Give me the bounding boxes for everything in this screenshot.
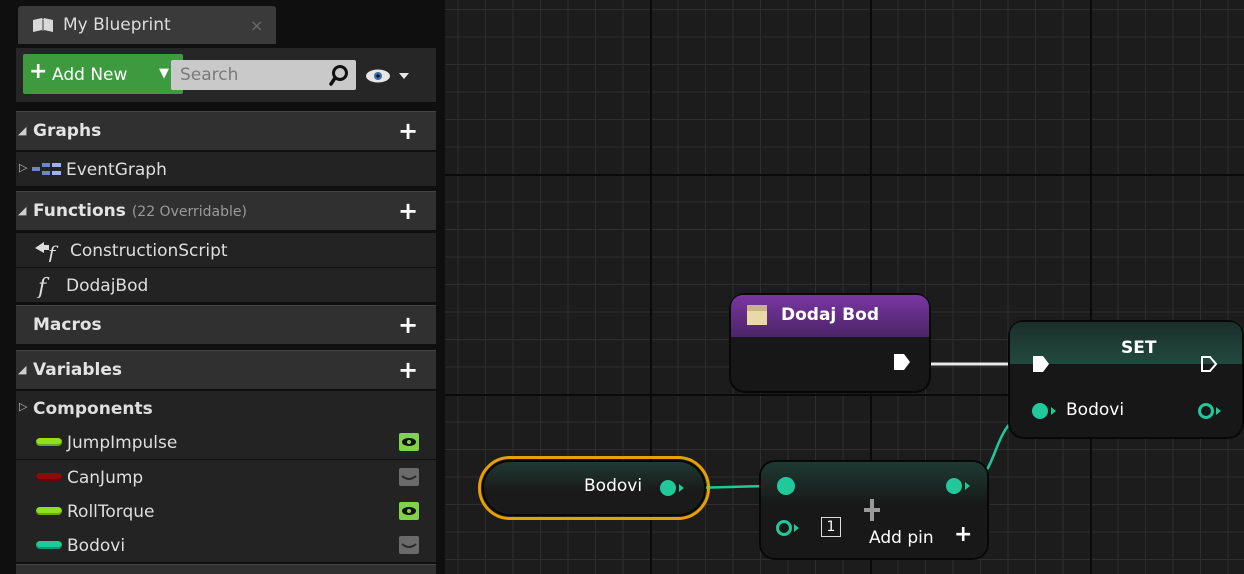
collapse-triangle-icon: ◢	[18, 363, 27, 376]
next-section-header	[16, 564, 436, 574]
visibility-eye-icon[interactable]	[399, 502, 419, 520]
variable-row[interactable]: RollTorque	[16, 494, 436, 528]
variable-type-icon	[36, 507, 62, 515]
list-item-dodajbod[interactable]: f DodajBod	[16, 268, 436, 302]
variable-name: Bodovi	[67, 536, 126, 556]
set-pin-label: Bodovi	[1066, 400, 1125, 420]
search-input[interactable]: Search	[171, 60, 356, 90]
my-blueprint-tab[interactable]: My Blueprint ×	[18, 6, 276, 44]
visibility-eye-closed-icon[interactable]	[399, 468, 419, 486]
exec-input-pin[interactable]	[1031, 354, 1051, 374]
add-pin-label[interactable]: Add pin	[869, 528, 934, 548]
dodaj-bod-node[interactable]: Dodaj Bod	[731, 295, 929, 391]
expand-triangle-icon: ▷	[19, 400, 28, 413]
list-item-eventgraph[interactable]: ▷ EventGraph	[16, 152, 436, 186]
components-category[interactable]: ▷ Components	[16, 391, 436, 425]
variable-name: JumpImpulse	[67, 433, 178, 453]
add-variable-button[interactable]: +	[397, 358, 419, 382]
variable-type-icon	[36, 473, 62, 481]
dodaj-bod-node-title: Dodaj Bod	[781, 305, 879, 325]
event-graph-icon	[32, 163, 61, 175]
list-item-constructionscript[interactable]: f ConstructionScript	[16, 233, 436, 267]
function-node-icon	[747, 305, 767, 325]
variable-name: CanJump	[67, 468, 144, 488]
add-icon	[864, 499, 880, 521]
chevron-down-icon: ▼	[159, 66, 169, 81]
graphs-title: Graphs	[33, 121, 102, 141]
toolbar: + Add New ▼ Search	[16, 48, 436, 102]
exec-output-pin[interactable]	[1199, 354, 1219, 374]
bodovi-output-pin[interactable]	[659, 478, 687, 498]
function-icon: f	[36, 275, 50, 298]
variable-row[interactable]: JumpImpulse	[16, 425, 436, 459]
visibility-eye-icon[interactable]	[399, 433, 419, 451]
exec-output-pin[interactable]	[892, 352, 912, 372]
bodovi-output-pin[interactable]	[1197, 401, 1225, 421]
set-node[interactable]: SET Bodovi	[1010, 322, 1242, 437]
index-box[interactable]: 1	[821, 517, 841, 537]
add-new-button[interactable]: + Add New ▼	[23, 54, 183, 94]
variable-name: RollTorque	[67, 502, 155, 522]
constructionscript-label: ConstructionScript	[70, 241, 228, 261]
search-placeholder: Search	[180, 65, 239, 85]
event-graph-canvas[interactable]: Dodaj Bod SET Bodovi Bodovi 1 Add pin +	[445, 0, 1244, 574]
variables-title: Variables	[33, 360, 123, 380]
graphs-section-header[interactable]: ◢ Graphs +	[16, 111, 436, 150]
my-blueprint-panel: My Blueprint × + Add New ▼ Search ◢ Grap…	[0, 0, 445, 574]
functions-section-header[interactable]: ◢ Functions (22 Overridable) +	[16, 191, 436, 230]
svg-text:f: f	[36, 275, 50, 298]
svg-text:f: f	[46, 241, 59, 262]
add-pin-plus-icon[interactable]: +	[954, 522, 972, 547]
functions-count: (22 Overridable)	[131, 204, 247, 220]
array-output-pin[interactable]	[945, 476, 973, 496]
get-bodovi-label: Bodovi	[584, 476, 643, 496]
variable-row[interactable]: CanJump	[16, 460, 436, 494]
eventgraph-label: EventGraph	[66, 160, 167, 180]
override-function-icon: f	[35, 241, 59, 262]
plus-icon: +	[29, 59, 48, 84]
element-input-pin[interactable]	[775, 518, 805, 538]
macros-title: Macros	[33, 315, 102, 335]
variables-section-header[interactable]: ◢ Variables +	[16, 350, 436, 389]
get-bodovi-node[interactable]: Bodovi	[484, 462, 704, 514]
tab-title: My Blueprint	[63, 15, 171, 35]
functions-title-text: Functions	[33, 201, 126, 221]
variable-type-icon	[36, 541, 62, 549]
macros-section-header[interactable]: Macros +	[16, 305, 436, 344]
add-new-label: Add New	[52, 65, 128, 85]
add-macro-button[interactable]: +	[397, 313, 419, 337]
make-array-node[interactable]: 1 Add pin +	[761, 462, 987, 558]
search-icon	[329, 65, 348, 86]
add-function-button[interactable]: +	[397, 199, 419, 223]
collapse-triangle-icon: ◢	[18, 124, 27, 137]
variable-type-icon	[36, 438, 62, 446]
functions-title: Functions (22 Overridable)	[33, 201, 247, 221]
array-input-pin[interactable]	[775, 476, 797, 496]
view-options-eye-icon[interactable]	[365, 66, 417, 86]
visibility-eye-closed-icon[interactable]	[399, 536, 419, 554]
variable-row[interactable]: Bodovi	[16, 528, 436, 562]
bodovi-input-pin[interactable]	[1031, 401, 1059, 421]
collapse-triangle-icon: ◢	[18, 204, 27, 217]
set-node-title: SET	[1121, 338, 1157, 358]
dodajbod-label: DodajBod	[66, 276, 149, 296]
close-icon[interactable]: ×	[250, 16, 263, 35]
components-label: Components	[33, 399, 153, 419]
expand-triangle-icon: ▷	[19, 161, 28, 174]
book-icon	[33, 18, 53, 32]
add-graph-button[interactable]: +	[397, 119, 419, 143]
